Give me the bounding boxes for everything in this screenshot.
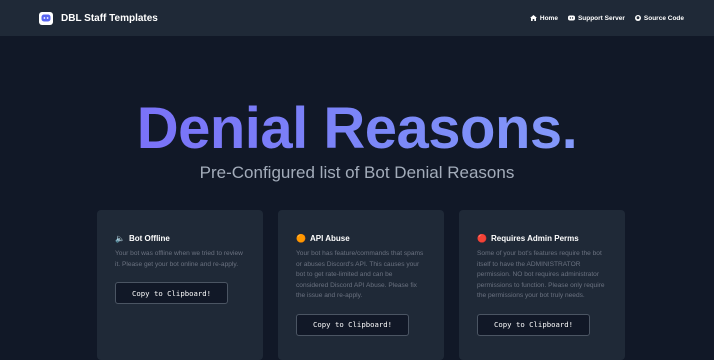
page-subtitle: Pre-Configured list of Bot Denial Reason… bbox=[199, 163, 515, 182]
card-description: Some of your bot's features require the … bbox=[477, 250, 605, 299]
reason-card-bot-offline: 🔈 Bot Offline Your bot was offline when … bbox=[97, 210, 263, 360]
nav-links: Home Support Server Source Code bbox=[529, 14, 684, 22]
discord-logo-icon bbox=[39, 11, 53, 25]
card-title: 🔴 Requires Admin Perms bbox=[477, 234, 607, 243]
orange-circle-icon: 🟠 bbox=[296, 233, 306, 243]
github-icon bbox=[634, 15, 641, 21]
brand-title: DBL Staff Templates bbox=[61, 12, 158, 24]
card-title-label: API Abuse bbox=[309, 234, 350, 243]
page-title: Denial Reasons. bbox=[0, 97, 714, 161]
nav-link-source-code-label: Source Code bbox=[643, 14, 684, 22]
card-description: Your bot has feature/commands that spams… bbox=[296, 250, 424, 299]
nav-link-home-label: Home bbox=[539, 14, 558, 22]
brand[interactable]: DBL Staff Templates bbox=[39, 11, 158, 25]
discord-icon bbox=[567, 15, 575, 21]
red-circle-icon: 🔴 bbox=[477, 233, 487, 243]
home-icon bbox=[529, 15, 537, 21]
card-title: 🔈 Bot Offline bbox=[115, 234, 245, 243]
card-title-label: Bot Offline bbox=[128, 234, 170, 243]
nav-link-source-code[interactable]: Source Code bbox=[634, 14, 684, 22]
speaker-icon: 🔈 bbox=[115, 233, 125, 243]
navbar: DBL Staff Templates Home Support Server … bbox=[0, 0, 714, 36]
reason-card-api-abuse: 🟠 API Abuse Your bot has feature/command… bbox=[278, 210, 444, 360]
copy-to-clipboard-button[interactable]: Copy to Clipboard! bbox=[115, 282, 229, 304]
card-description: Your bot was offline when we tried to re… bbox=[115, 250, 243, 268]
copy-to-clipboard-button[interactable]: Copy to Clipboard! bbox=[477, 313, 591, 336]
reason-card-requires-admin-perms: 🔴 Requires Admin Perms Some of your bot'… bbox=[459, 210, 625, 360]
nav-link-home[interactable]: Home bbox=[529, 14, 558, 22]
nav-link-support-server-label: Support Server bbox=[577, 14, 625, 22]
card-title: 🟠 API Abuse bbox=[296, 234, 426, 243]
card-title-label: Requires Admin Perms bbox=[490, 234, 579, 243]
copy-to-clipboard-button[interactable]: Copy to Clipboard! bbox=[296, 313, 410, 336]
nav-link-support-server[interactable]: Support Server bbox=[567, 14, 625, 22]
